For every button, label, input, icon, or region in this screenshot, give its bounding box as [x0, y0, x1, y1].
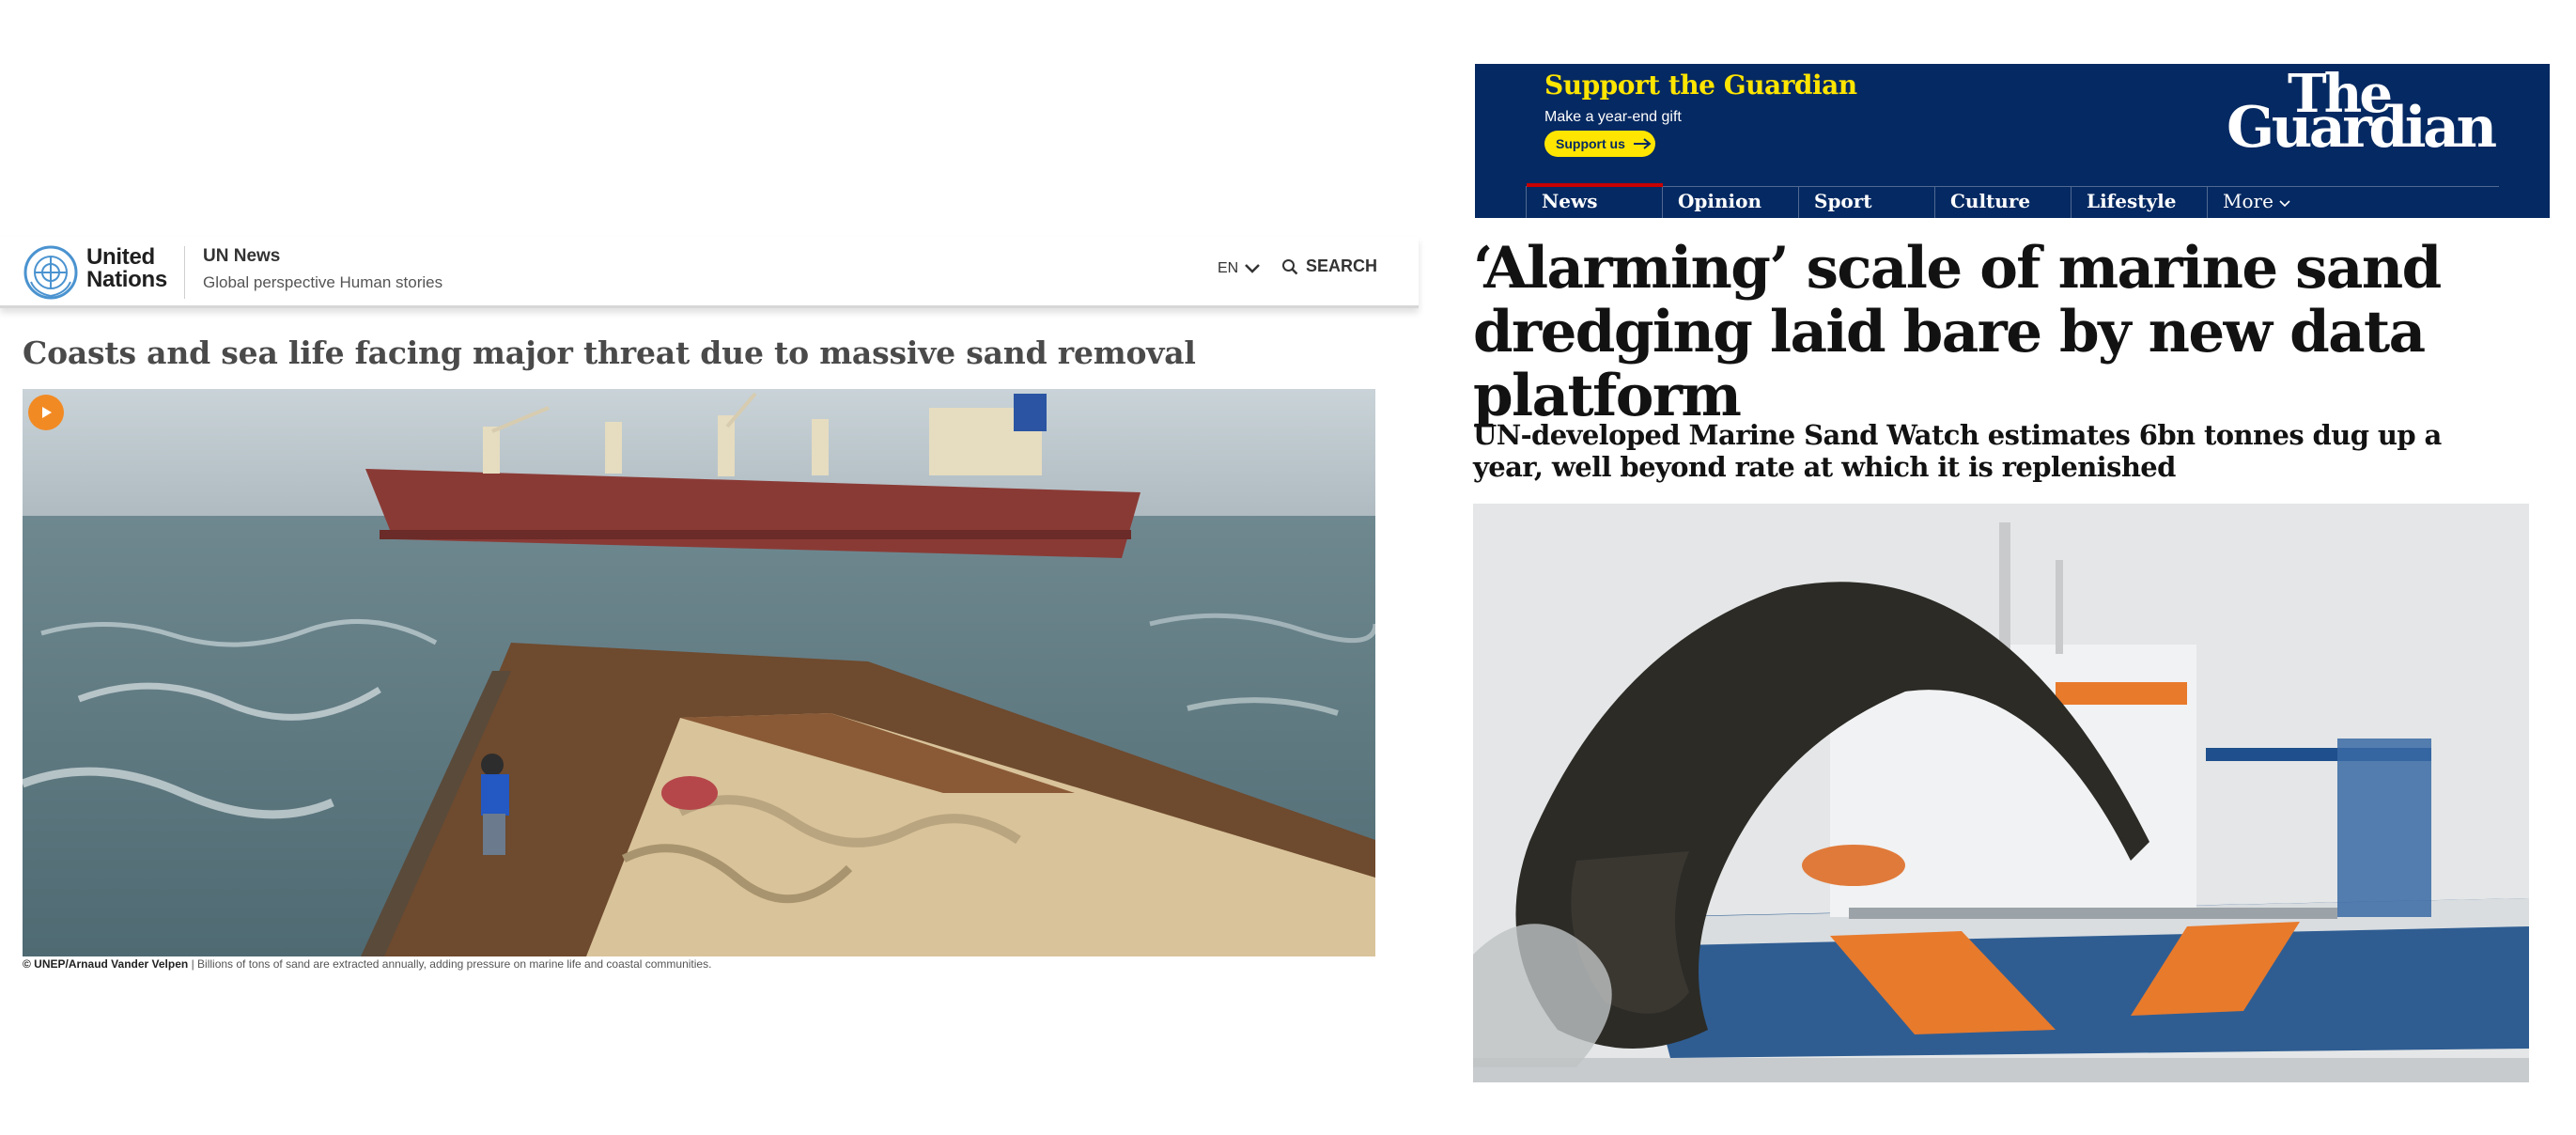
- language-selector[interactable]: EN: [1218, 260, 1261, 277]
- nav-more-label: More: [2223, 190, 2273, 212]
- play-icon: [42, 407, 52, 418]
- play-video-button[interactable]: [28, 395, 64, 430]
- guardian-headline: ‘Alarming’ scale of marine sand dredging…: [1473, 235, 2442, 429]
- un-org-name-line1: United: [86, 244, 155, 270]
- un-news-header: United Nations UN News Global perspectiv…: [0, 237, 1419, 308]
- search-button[interactable]: SEARCH: [1281, 257, 1377, 276]
- search-label: SEARCH: [1306, 257, 1378, 275]
- nav-item-opinion[interactable]: Opinion: [1662, 187, 1798, 218]
- caption-separator: |: [188, 957, 198, 971]
- un-org-name[interactable]: United Nations: [86, 246, 167, 291]
- support-subtitle: Make a year-end gift: [1544, 109, 1682, 125]
- un-news-site-title[interactable]: UN News: [203, 246, 280, 267]
- nav-item-news[interactable]: News: [1526, 183, 1663, 218]
- search-icon: [1282, 258, 1298, 274]
- un-news-tagline: Global perspective Human stories: [203, 273, 443, 291]
- nav-item-lifestyle[interactable]: Lifestyle: [2071, 187, 2207, 218]
- caption-text: Billions of tons of sand are extracted a…: [197, 957, 712, 971]
- un-article-headline: Coasts and sea life facing major threat …: [23, 334, 1196, 371]
- guardian-logo-guardian[interactable]: Guardian: [2227, 100, 2497, 156]
- guardian-article-photo[interactable]: [1473, 504, 2529, 1082]
- photo-credit: © UNEP/Arnaud Vander Velpen: [23, 957, 189, 971]
- guardian-nav: News Opinion Sport Culture Lifestyle Mor…: [1526, 183, 2499, 218]
- guardian-standfirst: UN-developed Marine Sand Watch estimates…: [1473, 419, 2442, 483]
- header-divider: [184, 246, 185, 299]
- nav-item-sport[interactable]: Sport: [1798, 187, 1934, 218]
- nav-item-culture[interactable]: Culture: [1934, 187, 2071, 218]
- nav-item-more[interactable]: More: [2207, 187, 2485, 218]
- un-article-photo[interactable]: [23, 389, 1375, 956]
- chevron-down-icon: [1245, 264, 1261, 273]
- support-us-label: Support us: [1556, 136, 1625, 151]
- un-org-name-line2: Nations: [86, 267, 167, 292]
- support-title: Support the Guardian: [1544, 70, 1857, 101]
- photo-caption: © UNEP/Arnaud Vander Velpen | Billions o…: [23, 957, 711, 971]
- language-label: EN: [1218, 260, 1239, 276]
- chevron-down-icon: [2279, 200, 2290, 208]
- support-us-button[interactable]: Support us: [1544, 131, 1655, 157]
- arrow-right-icon: [1633, 138, 1652, 149]
- un-emblem-icon[interactable]: [23, 244, 79, 301]
